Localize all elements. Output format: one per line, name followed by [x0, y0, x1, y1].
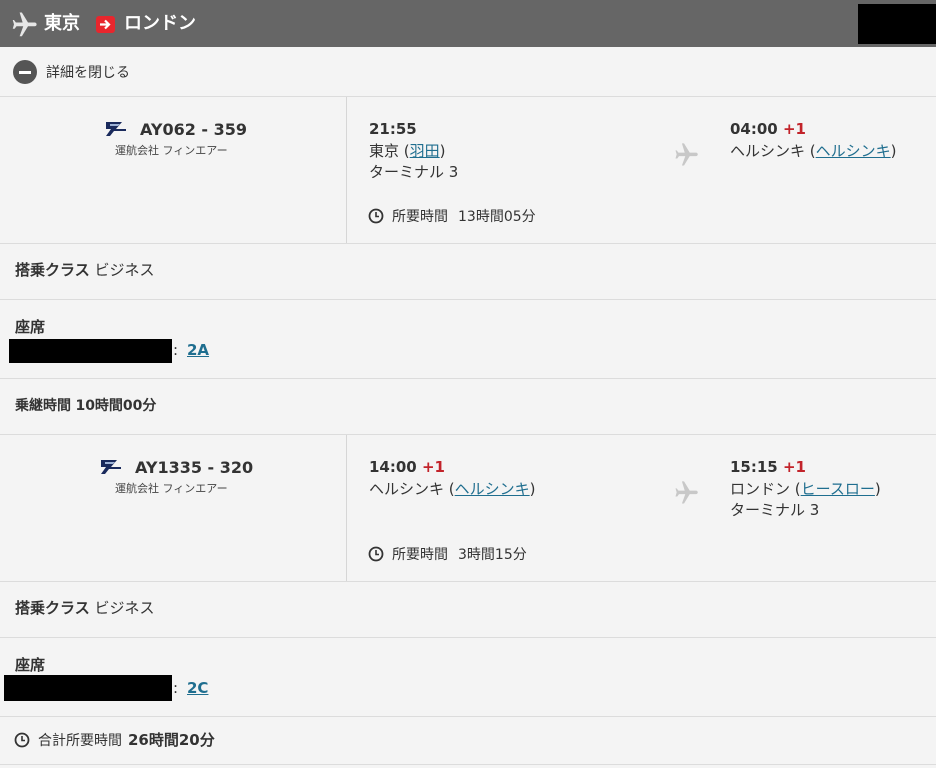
divider	[0, 581, 936, 582]
redacted-passenger	[9, 339, 172, 363]
operator-name: 運航会社 フィンエアー	[115, 482, 228, 495]
redacted-passenger	[4, 675, 172, 701]
arrival-place: ヘルシンキ (ヘルシンキ)	[730, 142, 897, 160]
total-duration-value: 26時間20分	[128, 731, 215, 749]
divider	[0, 716, 936, 717]
segment-duration: 所要時間 3時間15分	[368, 544, 527, 564]
airplane-icon	[675, 143, 698, 166]
arrival-airport-link[interactable]: ヘルシンキ	[816, 142, 891, 160]
divider	[0, 299, 936, 300]
divider	[0, 378, 936, 379]
departure-airport-link[interactable]: ヘルシンキ	[455, 480, 530, 498]
seat-separator: :	[173, 341, 179, 359]
close-details-label: 詳細を閉じる	[46, 65, 130, 81]
divider	[0, 637, 936, 638]
total-duration-label: 合計所要時間	[38, 732, 122, 749]
divider	[0, 434, 936, 435]
cabin-class: 搭乗クラス ビジネス	[15, 261, 155, 279]
seat-label: 座席	[15, 656, 46, 674]
departure-airport-link[interactable]: 羽田	[410, 142, 440, 160]
route-header: 東京 ロンドン	[0, 0, 936, 47]
arrival-terminal: ターミナル 3	[730, 501, 820, 519]
arrival-time: 04:00 +1	[730, 120, 806, 138]
divider	[0, 243, 936, 244]
departure-terminal: ターミナル 3	[369, 163, 459, 181]
arrival-time: 15:15 +1	[730, 458, 806, 476]
minus-circle-icon	[13, 60, 37, 84]
airplane-icon	[12, 12, 37, 37]
departure-place: ヘルシンキ (ヘルシンキ)	[369, 480, 536, 498]
departure-place: 東京 (羽田)	[369, 142, 446, 160]
seat-label: 座席	[15, 318, 46, 336]
arrival-place: ロンドン (ヒースロー)	[730, 480, 881, 498]
flight-number: AY1335 - 320	[135, 458, 254, 477]
arrow-right-icon	[96, 16, 115, 33]
redacted-area	[858, 4, 936, 44]
departure-time: 14:00 +1	[369, 458, 445, 476]
arrival-airport-link[interactable]: ヒースロー	[801, 480, 875, 498]
clock-icon	[14, 732, 30, 747]
close-details-toggle[interactable]: 詳細を閉じる	[13, 59, 130, 85]
operator-name: 運航会社 フィンエアー	[115, 144, 228, 157]
divider	[0, 764, 936, 765]
seat-link[interactable]: 2C	[187, 678, 208, 698]
seat-separator: :	[173, 679, 179, 697]
finnair-logo-icon	[106, 122, 126, 136]
layover-time: 乗継時間 10時間00分	[15, 398, 157, 414]
clock-icon	[368, 546, 384, 562]
seat-link[interactable]: 2A	[187, 340, 209, 360]
airplane-icon	[675, 481, 698, 504]
duration-label: 所要時間	[392, 209, 448, 225]
divider	[0, 96, 936, 97]
cabin-class: 搭乗クラス ビジネス	[15, 599, 155, 617]
origin-city: 東京	[44, 13, 80, 34]
total-duration: 合計所要時間 26時間20分	[14, 729, 215, 750]
duration-value: 3時間15分	[458, 547, 527, 563]
departure-time: 21:55	[369, 120, 417, 138]
segment-duration: 所要時間 13時間05分	[368, 206, 536, 226]
finnair-logo-icon	[101, 460, 121, 474]
divider	[346, 97, 347, 243]
duration-label: 所要時間	[392, 547, 448, 563]
divider	[346, 435, 347, 581]
duration-value: 13時間05分	[458, 209, 536, 225]
flight-number: AY062 - 359	[140, 120, 248, 139]
destination-city: ロンドン	[124, 13, 196, 34]
clock-icon	[368, 208, 384, 224]
